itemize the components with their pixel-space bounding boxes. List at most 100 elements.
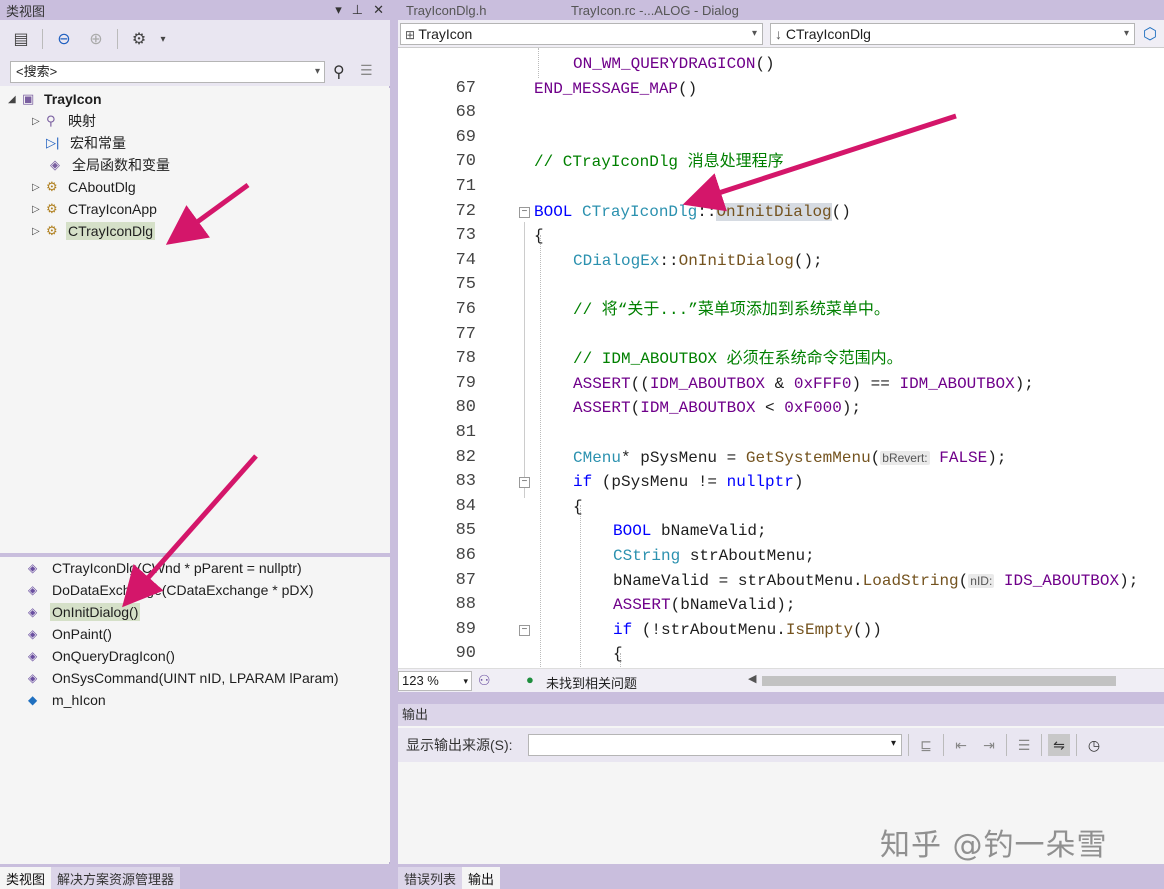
zoom-dropdown[interactable]: 123 % ▾ bbox=[398, 671, 472, 691]
code-line: 72 bbox=[398, 175, 1164, 221]
collapse-icon[interactable]: ◢ bbox=[8, 94, 22, 105]
project-icon: ⊞ bbox=[405, 28, 419, 42]
tree-item-label: CTrayIconApp bbox=[68, 201, 157, 217]
tab-solution-explorer[interactable]: 解决方案资源管理器 bbox=[51, 867, 181, 889]
tree-item-globals[interactable]: ◈ 全局函数和变量 bbox=[50, 154, 172, 176]
intellicode-icon[interactable]: ⚇ bbox=[478, 672, 491, 689]
divider bbox=[908, 734, 909, 756]
zoom-value: 123 % bbox=[402, 673, 439, 688]
document-tabs: TrayIconDlg.h TrayIcon.rc -...ALOG - Dia… bbox=[398, 0, 1164, 20]
member-label: OnQueryDragIcon() bbox=[52, 648, 175, 664]
new-folder-icon[interactable]: ▤ bbox=[10, 28, 32, 50]
expand-icon[interactable]: ▷ bbox=[32, 116, 46, 127]
bottom-panel-tabs: 错误列表 输出 bbox=[398, 864, 1164, 889]
member-dropdown-icon[interactable]: ⬡ bbox=[1143, 24, 1157, 44]
chevron-down-icon[interactable]: ▾ bbox=[752, 24, 757, 44]
chevron-down-icon[interactable]: ▾ bbox=[891, 738, 896, 749]
class-view-title-bar: 类视图 ▾ ⊥ ✕ bbox=[0, 0, 390, 20]
method-icon: ◈ bbox=[28, 671, 38, 685]
tree-item-maps[interactable]: ▷ ⚲ 映射 bbox=[32, 110, 98, 132]
clear-all-icon[interactable]: ☰ bbox=[1013, 734, 1035, 756]
method-icon: ◈ bbox=[28, 561, 38, 575]
divider bbox=[42, 29, 43, 49]
prev-message-icon[interactable]: ⇤ bbox=[950, 734, 972, 756]
chevron-down-icon[interactable]: ▾ bbox=[463, 672, 468, 690]
class-tree: ◢ ▣ TrayIcon ▷ ⚲ 映射 ▷| 宏和常量 ◈ 全局函数和变量 ▷ … bbox=[0, 88, 390, 553]
output-source-label: 显示输出来源(S): bbox=[406, 737, 513, 753]
clock-icon[interactable]: ◷ bbox=[1083, 734, 1105, 756]
divider bbox=[1006, 734, 1007, 756]
tab-output[interactable]: 输出 bbox=[462, 867, 501, 889]
member-item[interactable]: ◈ OnQueryDragIcon() bbox=[28, 645, 177, 667]
code-line: 73 − BOOL CTrayIconDlg::OnInitDialog() bbox=[398, 200, 1164, 245]
tree-item-label: TrayIcon bbox=[44, 91, 102, 107]
tree-item-macros[interactable]: ▷| 宏和常量 bbox=[46, 132, 128, 154]
search-options-icon[interactable]: ☰ bbox=[360, 62, 373, 79]
member-item[interactable]: ◈ DoDataExchange(CDataExchange * pDX) bbox=[28, 579, 315, 601]
output-source-dropdown[interactable]: ▾ bbox=[528, 734, 902, 756]
divider bbox=[1076, 734, 1077, 756]
tab-class-view[interactable]: 类视图 bbox=[0, 867, 52, 889]
method-icon: ◈ bbox=[28, 605, 38, 619]
chevron-down-icon[interactable]: ▾ bbox=[1124, 24, 1129, 44]
close-icon[interactable]: ✕ bbox=[373, 2, 384, 18]
expand-icon[interactable]: ▷ bbox=[32, 226, 46, 237]
collapse-icon[interactable]: − bbox=[519, 624, 530, 636]
tree-item-ctrayiconapp[interactable]: ▷ ⚙ CTrayIconApp bbox=[32, 198, 159, 220]
member-item[interactable]: ◈ OnPaint() bbox=[28, 623, 114, 645]
code-line: 80 ASSERT((IDM_ABOUTBOX & 0xFFF0) == IDM… bbox=[398, 372, 1164, 418]
collapse-icon[interactable]: − bbox=[519, 477, 530, 489]
member-item-oninitdialog[interactable]: ◈ OnInitDialog() bbox=[28, 601, 141, 623]
next-message-icon[interactable]: ⇥ bbox=[978, 734, 1000, 756]
code-line: 90 − if (!strAboutMenu.IsEmpty()) bbox=[398, 618, 1164, 664]
search-placeholder: <搜索> bbox=[16, 64, 58, 79]
expand-icon[interactable]: ▷ bbox=[32, 182, 46, 193]
tree-item-ctrayicondlg[interactable]: ▷ ⚙ CTrayIconDlg bbox=[32, 220, 156, 242]
code-line: 89 ASSERT(bNameValid); bbox=[398, 593, 1164, 639]
code-line: 75 CDialogEx::OnInitDialog(); bbox=[398, 249, 1164, 295]
tree-item-trayicon[interactable]: ◢ ▣ TrayIcon bbox=[8, 88, 104, 110]
forward-icon[interactable]: ⊕ bbox=[85, 28, 107, 50]
editor-status-bar: 123 % ▾ ⚇ ● 未找到相关问题 ◀ bbox=[398, 668, 1164, 692]
project-dropdown[interactable]: ⊞ TrayIcon ▾ bbox=[400, 23, 763, 45]
chevron-down-icon[interactable]: ▾ bbox=[315, 62, 320, 82]
tab-trayicon-rc[interactable]: TrayIcon.rc -...ALOG - Dialog bbox=[563, 0, 793, 20]
back-icon[interactable]: ⊖ bbox=[53, 28, 75, 50]
collapse-icon[interactable]: − bbox=[519, 206, 530, 218]
member-item[interactable]: ◈ CTrayIconDlg(CWnd * pParent = nullptr) bbox=[28, 557, 304, 579]
search-icon[interactable]: ⚲ bbox=[333, 62, 345, 82]
code-line: 69 bbox=[398, 101, 1164, 147]
word-wrap-icon[interactable]: ⇋ bbox=[1048, 734, 1070, 756]
method-icon: ◈ bbox=[28, 649, 38, 663]
search-input[interactable]: <搜索> ▾ bbox=[10, 61, 325, 83]
check-icon: ● bbox=[526, 672, 534, 687]
code-line: 74 { bbox=[398, 224, 1164, 270]
tree-item-caboutdlg[interactable]: ▷ ⚙ CAboutDlg bbox=[32, 176, 138, 198]
divider bbox=[943, 734, 944, 756]
watermark-text: 知乎 @钓一朵雪 bbox=[880, 828, 1108, 863]
pin-icon[interactable]: ⊥ bbox=[352, 2, 363, 18]
member-label: OnInitDialog() bbox=[50, 603, 141, 621]
code-editor[interactable]: 67 ON_WM_QUERYDRAGICON() 68 END_MESSAGE_… bbox=[398, 48, 1164, 668]
code-line: 85 { bbox=[398, 495, 1164, 541]
code-line: 87 CString strAboutMenu; bbox=[398, 544, 1164, 590]
scroll-left-icon[interactable]: ◀ bbox=[748, 672, 756, 685]
goto-line-icon[interactable]: ⊑ bbox=[915, 734, 937, 756]
tab-error-list[interactable]: 错误列表 bbox=[398, 867, 463, 889]
issues-status[interactable]: 未找到相关问题 bbox=[546, 673, 637, 692]
code-line: 76 bbox=[398, 273, 1164, 319]
code-line: 78 bbox=[398, 323, 1164, 368]
member-item[interactable]: ◈ OnSysCommand(UINT nID, LPARAM lParam) bbox=[28, 667, 341, 689]
tree-item-label: CTrayIconDlg bbox=[66, 222, 156, 240]
scope-dropdown[interactable]: ↓ CTrayIconDlg ▾ bbox=[770, 23, 1135, 45]
tab-trayicondlg-h[interactable]: TrayIconDlg.h bbox=[398, 0, 563, 20]
horizontal-scrollbar[interactable] bbox=[762, 676, 1116, 686]
gear-icon[interactable]: ⚙ bbox=[128, 28, 150, 50]
code-line: 71 // CTrayIconDlg 消息处理程序 bbox=[398, 150, 1164, 196]
expand-icon[interactable]: ▷ bbox=[32, 204, 46, 215]
code-line: 79 // IDM_ABOUTBOX 必须在系统命令范围内。 bbox=[398, 347, 1164, 393]
member-label: OnSysCommand(UINT nID, LPARAM lParam) bbox=[52, 670, 339, 686]
dropdown-icon[interactable]: ▾ bbox=[335, 2, 342, 18]
member-item[interactable]: ◆ m_hIcon bbox=[28, 689, 108, 711]
chevron-down-icon[interactable]: ▾ bbox=[152, 28, 174, 50]
